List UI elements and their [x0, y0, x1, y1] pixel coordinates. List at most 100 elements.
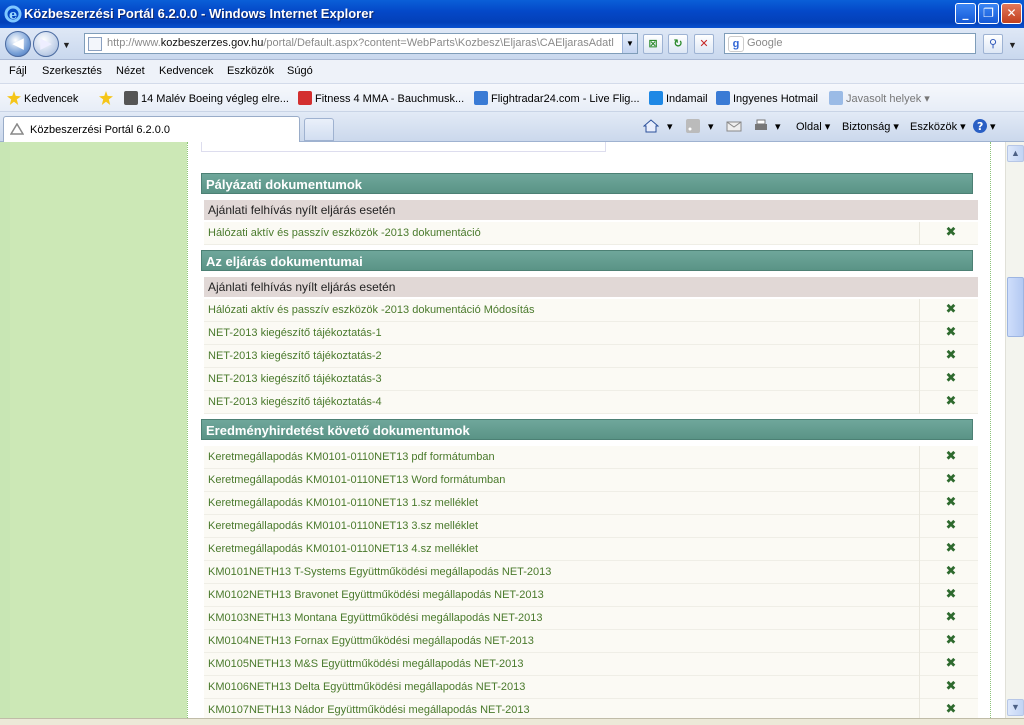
- excel-download-icon[interactable]: ✖: [944, 542, 958, 556]
- document-link[interactable]: KM0103NETH13 Montana Együttműködési megá…: [208, 612, 542, 624]
- document-row: Keretmegállapodás KM0101-0110NET13 pdf f…: [204, 446, 978, 469]
- menu-favorites[interactable]: Kedvencek: [159, 65, 213, 77]
- ie-logo-icon: e: [4, 5, 22, 23]
- document-row: Keretmegállapodás KM0101-0110NET13 4.sz …: [204, 538, 978, 561]
- document-row: Keretmegállapodás KM0101-0110NET13 3.sz …: [204, 515, 978, 538]
- excel-download-icon[interactable]: ✖: [944, 473, 958, 487]
- favorite-item-flightradar[interactable]: Flightradar24.com - Live Flig...: [474, 91, 640, 105]
- document-row: Keretmegállapodás KM0101-0110NET13 Word …: [204, 469, 978, 492]
- document-row: NET-2013 kiegészítő tájékoztatás-2 ✖: [204, 345, 978, 368]
- minimize-button[interactable]: _: [955, 3, 976, 24]
- refresh-icon[interactable]: ↻: [668, 34, 688, 54]
- excel-download-icon[interactable]: ✖: [944, 565, 958, 579]
- search-placeholder: Google: [747, 37, 783, 49]
- menu-edit[interactable]: Szerkesztés: [42, 65, 102, 77]
- excel-download-icon[interactable]: ✖: [944, 395, 958, 409]
- favorite-item-fitness[interactable]: Fitness 4 MMA - Bauchmusk...: [298, 91, 464, 105]
- menu-view[interactable]: Nézet: [116, 65, 145, 77]
- home-dropdown-icon[interactable]: ▾: [667, 120, 673, 133]
- page-icon: [124, 91, 138, 105]
- document-link[interactable]: NET-2013 kiegészítő tájékoztatás-2: [208, 350, 382, 362]
- document-link[interactable]: KM0107NETH13 Nádor Együttműködési megáll…: [208, 704, 530, 716]
- youtube-icon: [298, 91, 312, 105]
- mail-icon[interactable]: [726, 118, 742, 134]
- excel-download-icon[interactable]: ✖: [944, 496, 958, 510]
- back-button[interactable]: ◀: [5, 31, 31, 57]
- status-bar: [0, 718, 1024, 725]
- rss-dropdown-icon[interactable]: ▾: [708, 120, 714, 133]
- document-link[interactable]: Keretmegállapodás KM0101-0110NET13 Word …: [208, 474, 505, 486]
- menu-tools[interactable]: Eszközök: [227, 65, 274, 77]
- document-link[interactable]: NET-2013 kiegészítő tájékoztatás-1: [208, 327, 382, 339]
- add-favorite-icon[interactable]: [99, 91, 116, 105]
- excel-download-icon[interactable]: ✖: [944, 372, 958, 386]
- document-link[interactable]: KM0106NETH13 Delta Együttműködési megáll…: [208, 681, 525, 693]
- maximize-button[interactable]: ❐: [978, 3, 999, 24]
- close-button[interactable]: ✕: [1001, 3, 1022, 24]
- print-dropdown-icon[interactable]: ▾: [775, 120, 781, 133]
- tab-portal[interactable]: Közbeszerzési Portál 6.2.0.0: [3, 116, 300, 142]
- scroll-down-icon[interactable]: ▼: [1007, 699, 1024, 716]
- document-link[interactable]: NET-2013 kiegészítő tájékoztatás-4: [208, 396, 382, 408]
- svg-text:?: ?: [977, 120, 983, 133]
- favorite-item-malev[interactable]: 14 Malév Boeing végleg elre...: [124, 91, 289, 105]
- print-icon[interactable]: [753, 118, 769, 134]
- excel-download-icon[interactable]: ✖: [944, 680, 958, 694]
- document-link[interactable]: KM0104NETH13 Fornax Együttműködési megál…: [208, 635, 534, 647]
- suggested-sites[interactable]: Javasolt helyek ▾: [829, 91, 930, 105]
- document-row: NET-2013 kiegészítő tájékoztatás-1 ✖: [204, 322, 978, 345]
- search-button-icon[interactable]: ⚲: [983, 34, 1003, 54]
- excel-download-icon[interactable]: ✖: [944, 450, 958, 464]
- home-icon[interactable]: [643, 118, 659, 134]
- scroll-thumb[interactable]: [1007, 277, 1024, 337]
- excel-download-icon[interactable]: ✖: [944, 303, 958, 317]
- new-tab-button[interactable]: [304, 118, 334, 141]
- url-dropdown-icon[interactable]: ▼: [622, 34, 637, 53]
- document-link[interactable]: Keretmegállapodás KM0101-0110NET13 3.sz …: [208, 520, 478, 532]
- vertical-scrollbar[interactable]: ▲ ▼: [1005, 142, 1024, 718]
- excel-download-icon[interactable]: ✖: [944, 611, 958, 625]
- rss-feed-icon[interactable]: [685, 118, 701, 134]
- left-sidebar: [0, 142, 187, 718]
- page-menu[interactable]: Oldal ▾: [796, 120, 830, 133]
- url-text[interactable]: http://www.kozbeszerzes.gov.hu/portal/De…: [107, 37, 617, 49]
- document-row: NET-2013 kiegészítő tájékoztatás-4 ✖: [204, 391, 978, 414]
- search-input[interactable]: g Google: [724, 33, 976, 54]
- compatibility-icon[interactable]: ⊠: [643, 34, 663, 54]
- safety-menu[interactable]: Biztonság ▾: [842, 120, 899, 133]
- address-toolbar: ◀ ▶ ▼ http://www.kozbeszerzes.gov.hu/por…: [0, 28, 1024, 60]
- document-link[interactable]: Keretmegállapodás KM0101-0110NET13 pdf f…: [208, 451, 495, 463]
- scroll-up-icon[interactable]: ▲: [1007, 145, 1024, 162]
- excel-download-icon[interactable]: ✖: [944, 657, 958, 671]
- tools-menu[interactable]: Eszközök ▾: [910, 120, 966, 133]
- favorite-item-indamail[interactable]: Indamail: [649, 91, 708, 105]
- document-link[interactable]: Keretmegállapodás KM0101-0110NET13 4.sz …: [208, 543, 478, 555]
- excel-download-icon[interactable]: ✖: [944, 349, 958, 363]
- document-link[interactable]: NET-2013 kiegészítő tájékoztatás-3: [208, 373, 382, 385]
- excel-download-icon[interactable]: ✖: [944, 588, 958, 602]
- excel-download-icon[interactable]: ✖: [944, 326, 958, 340]
- document-link[interactable]: KM0105NETH13 M&S Együttműködési megállap…: [208, 658, 524, 670]
- document-link[interactable]: Hálózati aktív és passzív eszközök -2013…: [208, 304, 535, 316]
- excel-download-icon[interactable]: ✖: [944, 703, 958, 717]
- stop-icon[interactable]: ✕: [694, 34, 714, 54]
- document-row: KM0103NETH13 Montana Együttműködési megá…: [204, 607, 978, 630]
- excel-download-icon[interactable]: ✖: [944, 519, 958, 533]
- document-link[interactable]: KM0102NETH13 Bravonet Együttműködési meg…: [208, 589, 544, 601]
- menu-file[interactable]: Fájl: [9, 65, 27, 77]
- history-dropdown-icon[interactable]: ▼: [62, 40, 71, 50]
- document-link[interactable]: Hálózati aktív és passzív eszközök -2013…: [208, 227, 481, 239]
- excel-download-icon[interactable]: ✖: [944, 634, 958, 648]
- document-link[interactable]: KM0101NETH13 T-Systems Együttműködési me…: [208, 566, 551, 578]
- forward-button[interactable]: ▶: [33, 31, 59, 57]
- excel-download-icon[interactable]: ✖: [944, 226, 958, 240]
- search-options-icon[interactable]: ▼: [1008, 40, 1017, 50]
- address-field[interactable]: http://www.kozbeszerzes.gov.hu/portal/De…: [84, 33, 638, 54]
- document-link[interactable]: Keretmegállapodás KM0101-0110NET13 1.sz …: [208, 497, 478, 509]
- favorite-item-hotmail[interactable]: Ingyenes Hotmail: [716, 91, 818, 105]
- menu-help[interactable]: Súgó: [287, 65, 313, 77]
- document-row: KM0102NETH13 Bravonet Együttműködési meg…: [204, 584, 978, 607]
- favorites-button[interactable]: Kedvencek: [7, 91, 78, 105]
- help-icon[interactable]: ?: [972, 118, 988, 134]
- help-dropdown-icon[interactable]: ▾: [990, 120, 996, 133]
